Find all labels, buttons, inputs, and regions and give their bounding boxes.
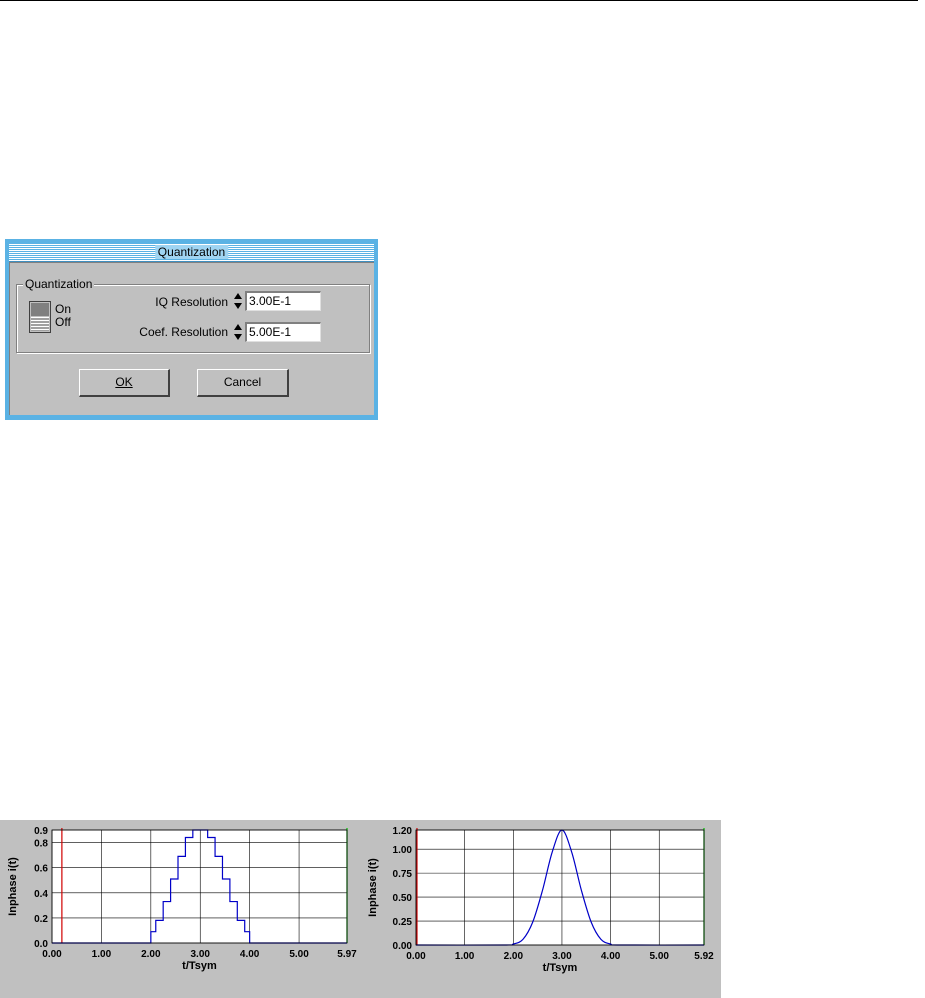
on-off-toggle-switch[interactable] xyxy=(29,301,51,333)
x-tick-label: 5.00 xyxy=(650,951,670,962)
coef-resolution-label: Coef. Resolution xyxy=(139,325,228,339)
x-tick-label: 5.92 xyxy=(694,951,714,962)
x-tick-label: 2.00 xyxy=(504,951,524,962)
cancel-button-label: Cancel xyxy=(223,375,262,389)
y-tick-label: 1.00 xyxy=(393,845,413,856)
toggle-slot xyxy=(31,303,49,316)
x-tick-label: 1.00 xyxy=(455,951,475,962)
toggle-lever xyxy=(31,317,49,331)
quantization-dialog: Quantization Quantization On Off IQ Reso… xyxy=(5,239,378,420)
chart-panel: 0.0 0.2 0.4 0.6 0.8 0.9 0.00 1.00 2.00 3.00 4.00 5.… xyxy=(0,820,721,998)
toggle-off-label: Off xyxy=(55,315,71,329)
x-tick-label: 1.00 xyxy=(92,949,112,960)
cancel-button[interactable]: Cancel xyxy=(197,369,289,397)
y-tick-label: 0.2 xyxy=(34,914,48,925)
x-tick-label: 3.00 xyxy=(191,949,211,960)
x-tick-label: 2.00 xyxy=(141,949,161,960)
quantization-groupbox: Quantization On Off IQ Resolution 3.00E-… xyxy=(16,277,370,353)
y-tick-label: 0.6 xyxy=(34,864,48,875)
plot-area xyxy=(416,830,704,945)
groupbox-label: Quantization xyxy=(23,277,95,291)
y-axis-label: Inphase i(t) xyxy=(7,857,19,916)
dialog-titlebar[interactable]: Quantization xyxy=(9,243,374,262)
y-tick-label: 0.4 xyxy=(34,889,48,900)
coef-resolution-input[interactable]: 5.00E-1 xyxy=(245,322,321,342)
y-tick-label: 0.8 xyxy=(34,839,48,850)
ok-button-label: OK xyxy=(115,375,133,389)
x-tick-label: 4.00 xyxy=(240,949,260,960)
y-tick-label: 0.9 xyxy=(34,826,48,837)
x-axis-label: t/Tsym xyxy=(182,960,217,972)
y-tick-label: 0.25 xyxy=(393,917,413,928)
plot-area xyxy=(52,830,347,943)
spin-up-icon[interactable] xyxy=(234,324,242,330)
y-tick-label: 0.50 xyxy=(393,893,413,904)
y-tick-label: 1.20 xyxy=(393,826,413,837)
filter-impulse-chart: 0.000.250.500.751.001.200.00 1.00 2.00 3.00… xyxy=(367,826,714,974)
x-tick-label: 4.00 xyxy=(601,951,621,962)
dialog-title: Quantization xyxy=(154,245,229,259)
coef-resolution-spinner[interactable] xyxy=(233,322,243,342)
dialog-body: Quantization On Off IQ Resolution 3.00E-… xyxy=(9,262,374,415)
page-top-rule xyxy=(0,0,918,1)
spin-down-icon[interactable] xyxy=(234,303,242,309)
x-axis-label: t/Tsym xyxy=(543,962,578,974)
x-tick-label: 0.00 xyxy=(406,951,426,962)
iq-resolution-label: IQ Resolution xyxy=(155,295,228,309)
x-tick-label: 0.00 xyxy=(42,949,62,960)
quantized-impulse-chart: 0.00.20.40.60.80.90.00 1.00 2.00 3.00 4.00 5.… xyxy=(7,826,357,972)
x-tick-label: 3.00 xyxy=(552,951,572,962)
spin-up-icon[interactable] xyxy=(234,293,242,299)
x-tick-label: 5.00 xyxy=(289,949,309,960)
spin-down-icon[interactable] xyxy=(234,334,242,340)
x-tick-label: 5.97 xyxy=(337,949,357,960)
y-tick-label: 0.75 xyxy=(393,869,413,880)
iq-resolution-spinner[interactable] xyxy=(233,291,243,311)
iq-resolution-input[interactable]: 3.00E-1 xyxy=(245,291,321,311)
y-axis-label: Inphase i(t) xyxy=(367,858,379,917)
ok-button[interactable]: OK xyxy=(79,369,170,397)
